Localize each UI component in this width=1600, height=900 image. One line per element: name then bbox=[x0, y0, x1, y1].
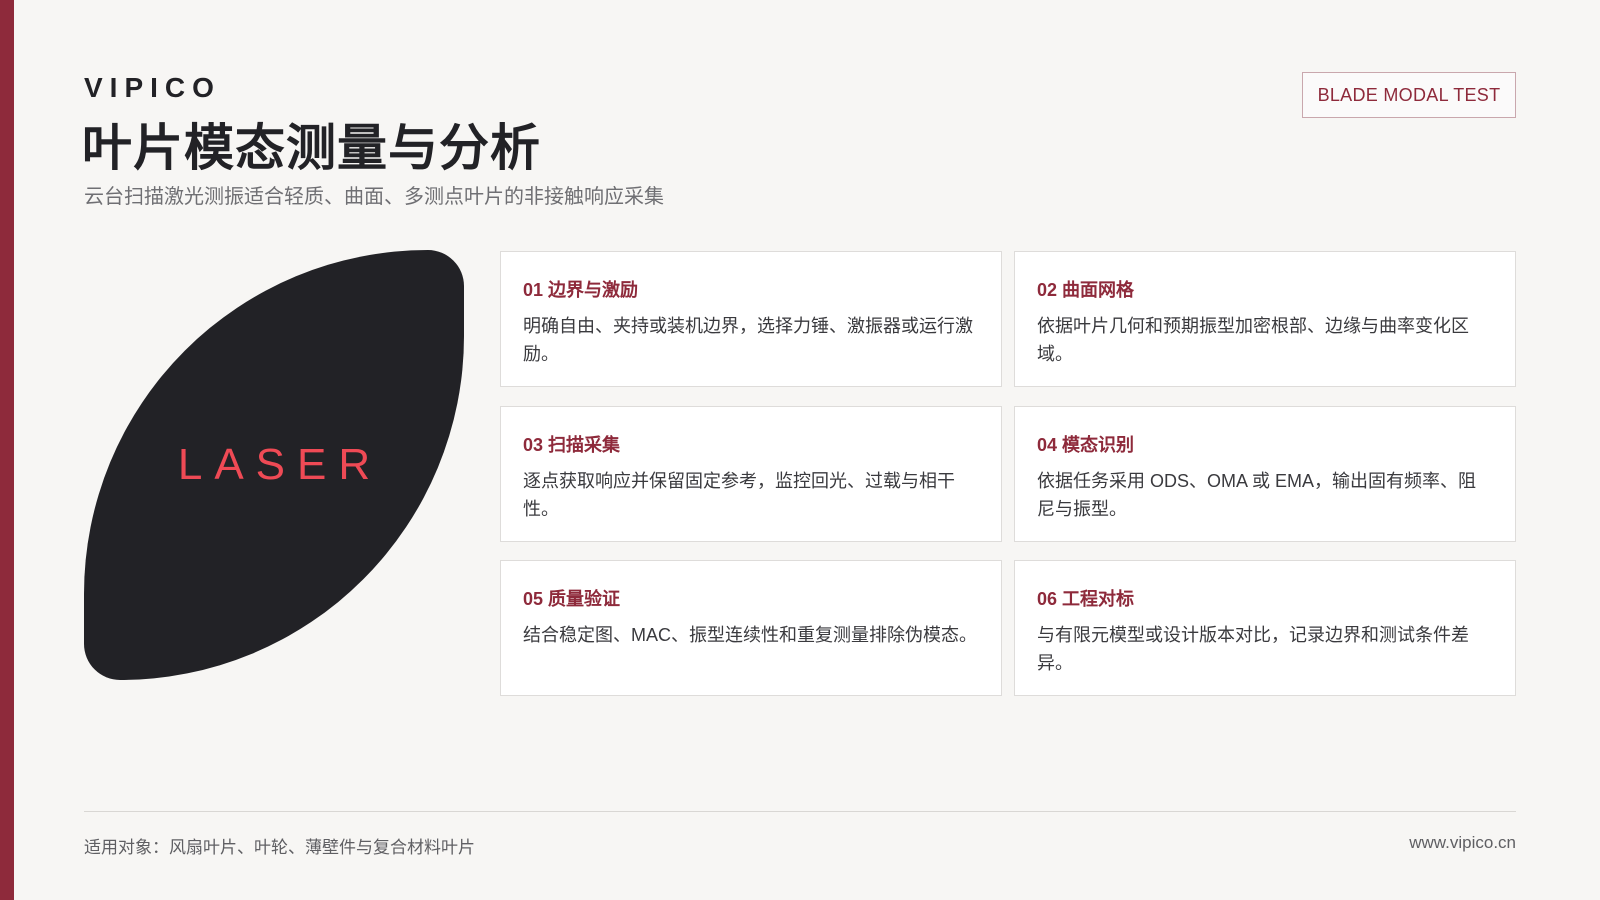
page-subtitle: 云台扫描激光测振适合轻质、曲面、多测点叶片的非接触响应采集 bbox=[84, 186, 664, 208]
card-title: 02 曲面网格 bbox=[1037, 280, 1135, 300]
step-card-surface-mesh: 02 曲面网格 依据叶片几何和预期振型加密根部、边缘与曲率变化区域。 bbox=[1014, 251, 1516, 387]
laser-leaf-graphic: LASER bbox=[84, 250, 464, 680]
card-title: 04 模态识别 bbox=[1037, 435, 1135, 455]
card-text: 明确自由、夹持或装机边界，选择力锤、激振器或运行激励。 bbox=[523, 316, 973, 364]
step-card-boundary-excitation: 01 边界与激励 明确自由、夹持或装机边界，选择力锤、激振器或运行激励。 bbox=[500, 251, 1002, 387]
laser-label: LASER bbox=[177, 440, 383, 489]
step-card-modal-identification: 04 模态识别 依据任务采用 ODS、OMA 或 EMA，输出固有频率、阻尼与振… bbox=[1014, 406, 1516, 542]
step-card-scan-acquisition: 03 扫描采集 逐点获取响应并保留固定参考，监控回光、过载与相干性。 bbox=[500, 406, 1002, 542]
footer-scope: 适用对象：风扇叶片、叶轮、薄壁件与复合材料叶片 bbox=[84, 838, 475, 857]
footer-divider bbox=[84, 811, 1516, 812]
blade-modal-test-tag: BLADE MODAL TEST bbox=[1302, 72, 1516, 118]
step-card-quality-validation: 05 质量验证 结合稳定图、MAC、振型连续性和重复测量排除伪模态。 bbox=[500, 560, 1002, 696]
card-text: 依据叶片几何和预期振型加密根部、边缘与曲率变化区域。 bbox=[1037, 316, 1469, 364]
brand-logo: VIPICO bbox=[84, 72, 221, 103]
card-text: 依据任务采用 ODS、OMA 或 EMA，输出固有频率、阻尼与振型。 bbox=[1037, 471, 1477, 519]
card-text: 与有限元模型或设计版本对比，记录边界和测试条件差异。 bbox=[1037, 625, 1469, 673]
page-title: 叶片模态测量与分析 bbox=[82, 120, 541, 176]
card-title: 06 工程对标 bbox=[1037, 589, 1135, 609]
card-text: 结合稳定图、MAC、振型连续性和重复测量排除伪模态。 bbox=[523, 625, 977, 645]
step-card-engineering-benchmark: 06 工程对标 与有限元模型或设计版本对比，记录边界和测试条件差异。 bbox=[1014, 560, 1516, 696]
left-accent-bar bbox=[0, 0, 14, 900]
card-title: 01 边界与激励 bbox=[523, 280, 639, 300]
footer-website-link[interactable]: www.vipico.cn bbox=[1409, 833, 1516, 853]
card-title: 05 质量验证 bbox=[523, 589, 621, 609]
card-title: 03 扫描采集 bbox=[523, 435, 621, 455]
card-text: 逐点获取响应并保留固定参考，监控回光、过载与相干性。 bbox=[523, 471, 955, 519]
